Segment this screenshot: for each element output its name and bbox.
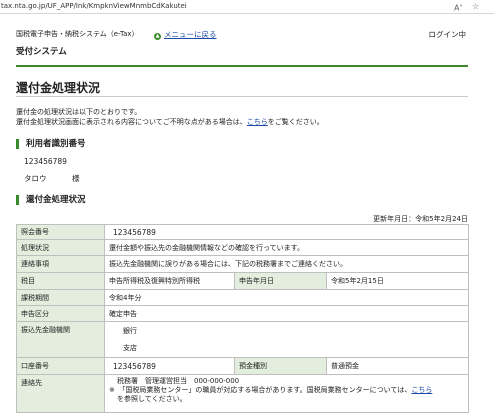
favorite-star-icon[interactable]: ☆ xyxy=(472,0,479,13)
table-row: 照会番号 123456789 xyxy=(16,224,470,240)
reference-number-label: 照会番号 xyxy=(16,224,105,240)
refund-status-heading: 還付金処理状況 xyxy=(16,195,86,205)
contact-label: 連絡先 xyxy=(16,374,105,413)
account-number-label: 口座番号 xyxy=(16,357,105,375)
deposit-type-value: 普通預金 xyxy=(325,357,470,375)
arrow-up-circle-icon: ▲ xyxy=(154,33,161,40)
intro-text: 還付金の処理状況は以下のとおりです。 還付金処理状況画面に表示される内容について… xyxy=(16,107,324,127)
account-number-value: 123456789 xyxy=(104,357,235,375)
browser-address-bar[interactable]: tax.nta.go.jp/UF_APP/lnk/KmpknViewMnmbCd… xyxy=(0,0,494,14)
tax-period-value: 令和4年分 xyxy=(103,289,470,306)
filing-date-value: 令和5年2月15日 xyxy=(325,272,470,290)
table-row: 申告区分 確定申告 xyxy=(16,305,470,322)
intro-line-2-prefix: 還付金処理状況画面に表示される内容についてご不明な点がある場合は、 xyxy=(16,118,247,126)
back-to-menu-link[interactable]: ▲ メニューに戻る xyxy=(154,29,217,40)
tax-type-value: 申告所得税及復興特別所得税 xyxy=(104,272,235,290)
system-name: 国税電子申告・納税システム（e-Tax） xyxy=(16,30,139,38)
branch-name: 支店 xyxy=(123,343,137,352)
tax-type-label: 税目 xyxy=(16,272,105,290)
contact-note-text: ※ 「国税局業務センター」の職員が対応する場合があります。国税局業務センターにつ… xyxy=(109,386,412,394)
deposit-type-label: 預金種別 xyxy=(234,357,327,375)
table-row: 連絡事項 振込先金融機関に誤りがある場合には、下記の税務署までご連絡ください。 xyxy=(16,255,470,273)
bank-label: 振込先金融機関 xyxy=(16,321,105,358)
filing-type-value: 確定申告 xyxy=(103,305,470,322)
contact-note-end: を参照してください。 xyxy=(117,395,187,403)
title-divider xyxy=(16,96,468,97)
notice-value: 振込先金融機関に誤りがある場合には、下記の税務署までご連絡ください。 xyxy=(103,255,470,273)
notice-label: 連絡事項 xyxy=(16,255,105,273)
table-row: 口座番号 123456789 預金種別 普通預金 xyxy=(16,357,470,375)
processing-status-value: 還付金額や振込先の金融機関情報などの確認を行っています。 xyxy=(103,239,470,256)
bank-value: 銀行 支店 xyxy=(103,321,470,358)
back-to-menu-label[interactable]: メニューに戻る xyxy=(164,30,217,39)
contact-value: 税務署 管理運営担当 000-000-000 ※ 「国税局業務センター」の職員が… xyxy=(103,374,470,413)
bank-name: 銀行 xyxy=(123,326,137,335)
reference-number-value: 123456789 xyxy=(103,224,470,240)
section-label: 受付システム xyxy=(16,47,67,57)
page-title: 還付金処理状況 xyxy=(16,81,101,95)
table-row: 税目 申告所得税及復興特別所得税 申告年月日 令和5年2月15日 xyxy=(16,272,470,290)
help-link[interactable]: こちら xyxy=(247,118,268,126)
refund-status-table: 照会番号 123456789 処理状況 還付金額や振込先の金融機関情報などの確認… xyxy=(16,224,470,413)
intro-line-1: 還付金の処理状況は以下のとおりです。 xyxy=(16,108,142,116)
processing-status-label: 処理状況 xyxy=(16,239,105,256)
table-row: 連絡先 税務署 管理運営担当 000-000-000 ※ 「国税局業務センター」… xyxy=(16,374,470,413)
contact-office: 税務署 管理運営担当 000-000-000 xyxy=(117,377,240,385)
tax-period-label: 課税期間 xyxy=(16,289,105,306)
user-id-number: 123456789 xyxy=(24,157,67,166)
intro-line-2-suffix: をご覧ください。 xyxy=(267,118,324,126)
filing-type-label: 申告区分 xyxy=(16,305,105,322)
read-aloud-icon[interactable]: A» xyxy=(454,0,463,15)
user-id-heading: 利用者識別番号 xyxy=(16,139,86,149)
updated-date: 更新年月日：令和5年2月24日 xyxy=(373,215,468,223)
table-row: 課税期間 令和4年分 xyxy=(16,289,470,306)
user-name: タロウ xyxy=(24,174,47,183)
filing-date-label: 申告年月日 xyxy=(234,272,327,290)
user-honorific: 様 xyxy=(72,174,80,183)
url-text[interactable]: tax.nta.go.jp/UF_APP/lnk/KmpknViewMnmbCd… xyxy=(1,0,187,13)
site-header: 国税電子申告・納税システム（e-Tax） ▲ メニューに戻る ログイン中 受付シス… xyxy=(16,29,468,67)
contact-center-link[interactable]: こちら xyxy=(411,386,432,394)
contact-note: ※ 「国税局業務センター」の職員が対応する場合があります。国税局業務センターにつ… xyxy=(109,386,464,395)
table-row: 振込先金融機関 銀行 支店 xyxy=(16,321,470,358)
login-status: ログイン中 xyxy=(428,30,467,39)
table-row: 処理状況 還付金額や振込先の金融機関情報などの確認を行っています。 xyxy=(16,239,470,256)
